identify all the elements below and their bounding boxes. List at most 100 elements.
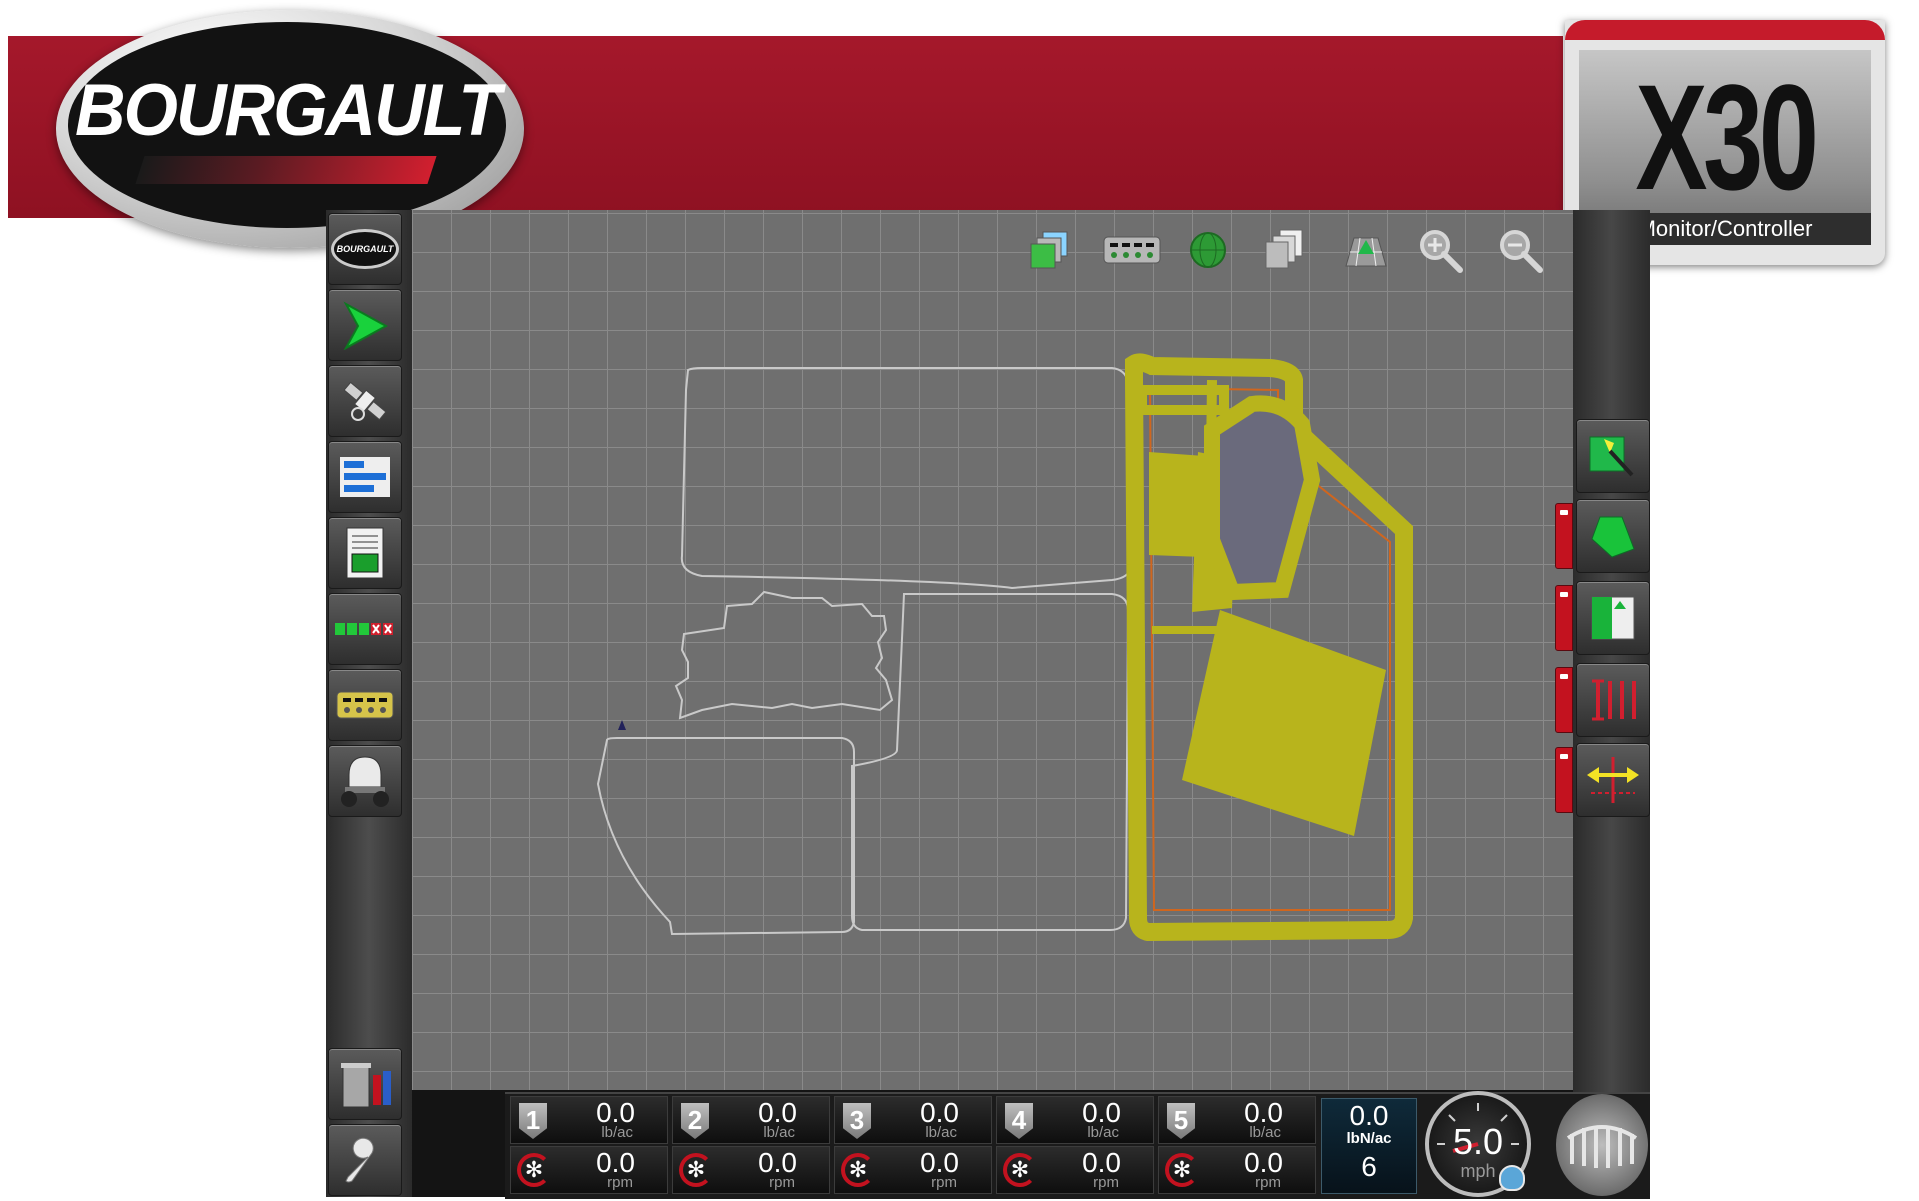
meter-speed-unit: rpm	[931, 1174, 957, 1191]
meter-gear-icon: ✻	[1003, 1153, 1037, 1187]
product-5-status[interactable]: 5 0.0 lb/ac ✻ 0.0 rpm	[1158, 1096, 1316, 1196]
view-toggle-button[interactable]	[1258, 224, 1310, 276]
tank-icon	[341, 756, 389, 807]
product-3-status[interactable]: 3 0.0 lb/ac ✻ 0.0 rpm	[834, 1096, 992, 1196]
field-boundary	[680, 367, 1134, 590]
guidance-button[interactable]	[328, 289, 402, 361]
section-control-tab[interactable]	[1555, 667, 1573, 733]
field-map-icon	[1589, 436, 1634, 477]
boundary-tab[interactable]	[1555, 503, 1573, 569]
product-1-status[interactable]: 1 0.0 lb/ac ✻ 0.0 rpm	[510, 1096, 668, 1196]
data-management-button[interactable]	[328, 1048, 402, 1120]
hand-pointer-icon	[1499, 1165, 1525, 1191]
product-rate-cell: 4 0.0 lb/ac	[996, 1096, 1154, 1144]
meter-gear-icon: ✻	[517, 1153, 551, 1187]
zoom-in-button[interactable]	[1414, 224, 1466, 276]
field-map[interactable]	[412, 210, 1573, 1090]
brand-name: BOURGAULT	[75, 69, 501, 151]
logo-swoosh	[135, 156, 437, 184]
metering-icon	[1103, 236, 1161, 264]
product-speed-cell: ✻ 0.0 rpm	[1158, 1146, 1316, 1194]
product-rate-unit: lb/ac	[763, 1124, 795, 1141]
tank-button[interactable]	[328, 745, 402, 817]
section-control-button[interactable]	[1576, 663, 1650, 737]
product-rate-unit: lb/ac	[1249, 1124, 1281, 1141]
implement-settings-button[interactable]	[328, 441, 402, 513]
guidance-line-tab[interactable]	[1555, 747, 1573, 813]
meter-speed-unit: rpm	[1255, 1174, 1281, 1191]
nitrogen-rate-unit: lbN/ac	[1346, 1130, 1392, 1147]
product-display-button[interactable]	[1100, 224, 1164, 276]
stacked-pages-icon	[1265, 229, 1303, 269]
field-map-canvas	[596, 353, 1413, 942]
product-4-status[interactable]: 4 0.0 lb/ac ✻ 0.0 rpm	[996, 1096, 1154, 1196]
boundary-button[interactable]	[1576, 499, 1650, 573]
bourgault-badge-icon: BOURGAULT	[331, 229, 399, 269]
implement-icon	[1566, 1125, 1638, 1168]
headland-icon	[1591, 596, 1635, 640]
vehicle-marker-icon	[618, 720, 626, 730]
satellite-icon	[343, 381, 387, 421]
nitrogen-rate-display[interactable]: 0.0 lbN/ac 6	[1321, 1098, 1417, 1194]
model-name: X30	[1635, 53, 1819, 221]
wrench-icon	[345, 1137, 374, 1183]
field-boundary	[596, 737, 855, 936]
section-control-icon	[1592, 679, 1636, 721]
perspective-view-button[interactable]	[1340, 224, 1392, 276]
guidance-line-icon	[1587, 757, 1639, 803]
product-2-status[interactable]: 2 0.0 lb/ac ✻ 0.0 rpm	[672, 1096, 830, 1196]
product-number: 4	[1005, 1103, 1033, 1139]
product-number: 2	[681, 1103, 709, 1139]
x30-badge-stripe	[1565, 20, 1885, 40]
product-rate-cell: 2 0.0 lb/ac	[672, 1096, 830, 1144]
product-number: 3	[843, 1103, 871, 1139]
product-rate-unit: lb/ac	[601, 1124, 633, 1141]
product-rate-unit: lb/ac	[925, 1124, 957, 1141]
globe-icon	[1190, 232, 1226, 268]
section-status-icon	[335, 623, 393, 635]
product-speed-cell: ✻ 0.0 rpm	[996, 1146, 1154, 1194]
bars-icon	[340, 457, 390, 497]
coverage-area	[1204, 395, 1321, 601]
layers-button[interactable]	[1025, 224, 1077, 276]
headland-button[interactable]	[1576, 581, 1650, 655]
speedometer[interactable]: 5.0 mph	[1425, 1091, 1531, 1197]
coverage-area	[1205, 379, 1217, 541]
meter-speed-unit: rpm	[607, 1174, 633, 1191]
product-rate-cell: 5 0.0 lb/ac	[1158, 1096, 1316, 1144]
headland-tab[interactable]	[1555, 585, 1573, 651]
gps-status-button[interactable]	[1182, 224, 1234, 276]
coverage-area	[1182, 610, 1386, 836]
speed-value: 5.0	[1452, 1121, 1504, 1162]
boundary-icon	[1591, 516, 1635, 558]
green-arrow-icon	[343, 301, 389, 350]
product-speed-cell: ✻ 0.0 rpm	[834, 1146, 992, 1194]
product-rate-cell: 1 0.0 lb/ac	[510, 1096, 668, 1144]
product-speed-cell: ✻ 0.0 rpm	[672, 1146, 830, 1194]
meter-gear-icon: ✻	[679, 1153, 713, 1187]
field-boundary	[851, 593, 1130, 931]
field-boundary	[674, 590, 894, 720]
system-setup-button[interactable]	[328, 1124, 402, 1196]
field-map-button[interactable]	[1576, 419, 1650, 493]
sections-button[interactable]	[328, 593, 402, 665]
bourgault-badge-label: BOURGAULT	[336, 244, 394, 254]
product-number: 1	[519, 1103, 547, 1139]
meter-gear-icon: ✻	[1165, 1153, 1199, 1187]
gps-button[interactable]	[328, 365, 402, 437]
product-speed-cell: ✻ 0.0 rpm	[510, 1146, 668, 1194]
meter-speed-unit: rpm	[1093, 1174, 1119, 1191]
product-number: 5	[1167, 1103, 1195, 1139]
product-rate-cell: 3 0.0 lb/ac	[834, 1096, 992, 1144]
document-icon	[346, 527, 384, 579]
zoom-out-button[interactable]	[1494, 224, 1546, 276]
implement-view-button[interactable]	[1556, 1094, 1648, 1196]
meter-speed-unit: rpm	[769, 1174, 795, 1191]
job-report-button[interactable]	[328, 517, 402, 589]
meter-gear-icon: ✻	[841, 1153, 875, 1187]
zoom-out-icon	[1500, 230, 1543, 273]
product-rate-unit: lb/ac	[1087, 1124, 1119, 1141]
guidance-line-button[interactable]	[1576, 743, 1650, 817]
bourgault-home-button[interactable]: BOURGAULT	[328, 213, 402, 285]
products-button[interactable]	[328, 669, 402, 741]
